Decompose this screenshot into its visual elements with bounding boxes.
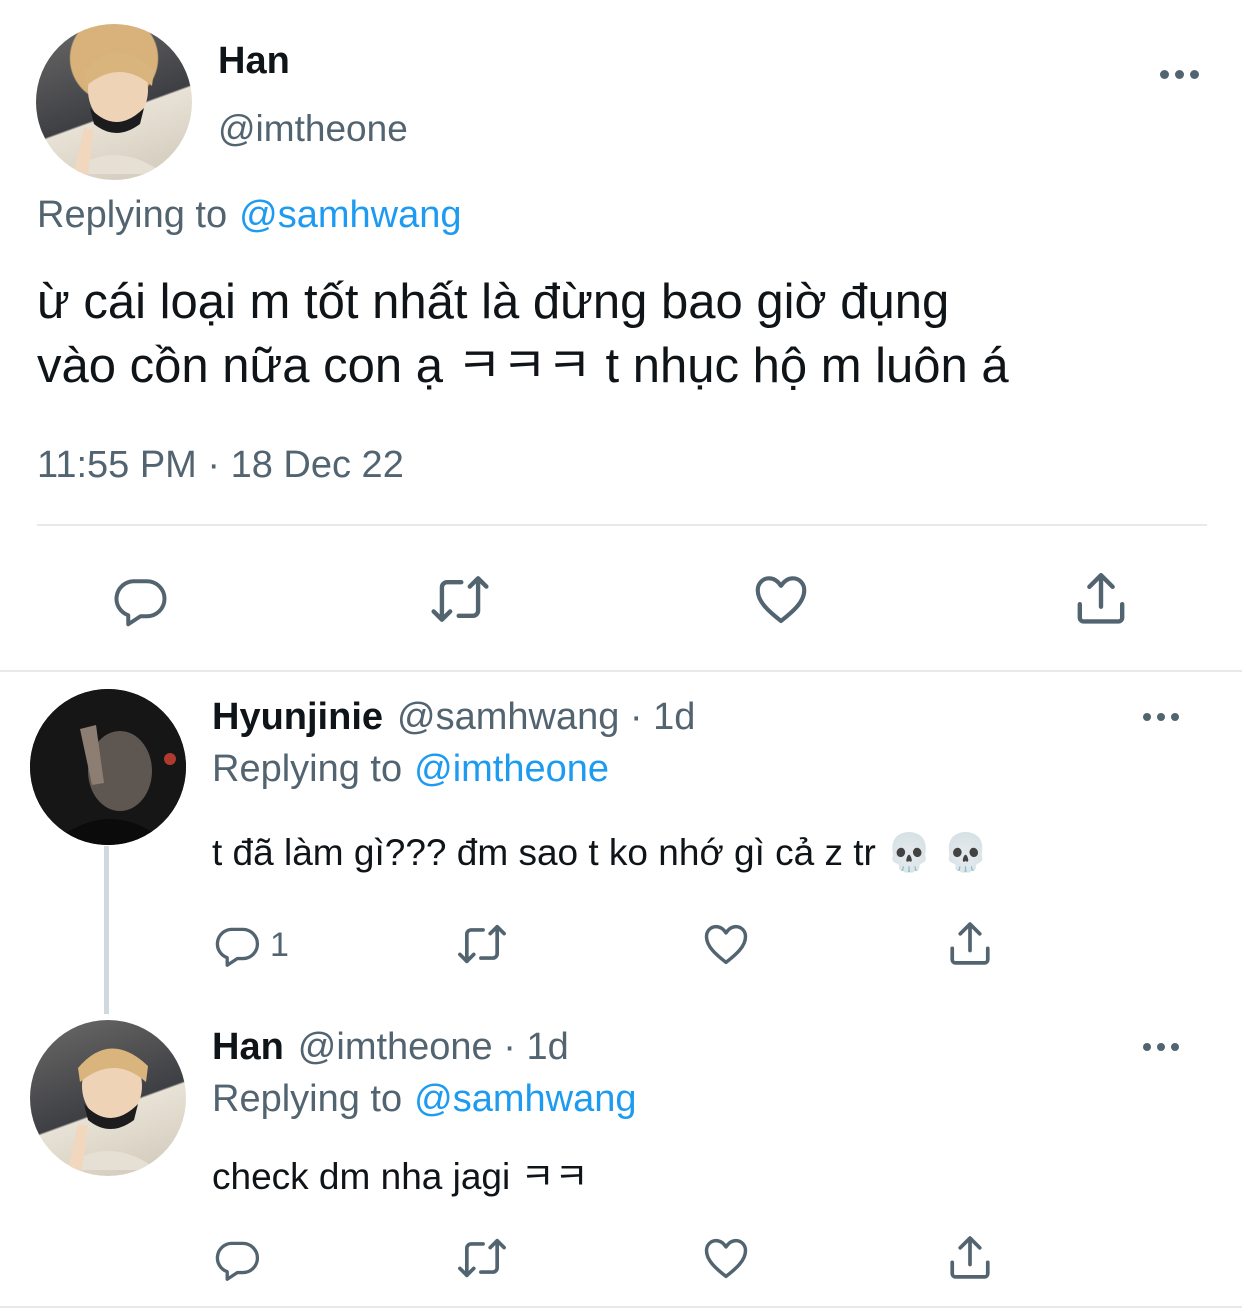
share-icon[interactable]: [944, 1232, 996, 1284]
more-icon[interactable]: [1143, 713, 1179, 721]
divider: [0, 1306, 1242, 1308]
reply-text: check dm nha jagi ㅋㅋ: [212, 1156, 589, 1197]
replying-to-label: Replying to: [212, 748, 403, 790]
replying-to: Replying to @imtheone: [212, 748, 609, 791]
divider: [0, 670, 1242, 672]
reply-text: t đã làm gì??? đm sao t ko nhớ gì cả z t…: [212, 832, 989, 873]
retweet-icon[interactable]: [455, 918, 509, 970]
replying-to: Replying to @samhwang: [212, 1078, 636, 1121]
retweet-icon[interactable]: [455, 1232, 509, 1284]
replying-to-label: Replying to: [212, 1078, 403, 1120]
divider: [37, 524, 1207, 526]
reply-author-handle[interactable]: @samhwang: [397, 696, 619, 739]
reply-avatar[interactable]: [30, 1020, 186, 1176]
reply-icon[interactable]: [212, 1234, 262, 1284]
reply-count: 1: [270, 925, 289, 964]
heart-icon[interactable]: [750, 568, 812, 630]
tweet-timestamp[interactable]: 11:55 PM · 18 Dec 22: [37, 444, 404, 487]
heart-icon[interactable]: [700, 1232, 752, 1284]
replying-to-handle[interactable]: @samhwang: [414, 1078, 636, 1121]
reply-icon: [212, 920, 262, 970]
tweet-text-line: ừ cái loại m tốt nhất là đừng bao giờ đụ…: [37, 275, 950, 329]
replying-to-label: Replying to: [37, 194, 228, 236]
reply-author-name[interactable]: Hyunjinie: [212, 696, 383, 739]
reply-age[interactable]: 1d: [653, 696, 695, 739]
thread-line: [104, 846, 109, 1014]
tweet-text: ừ cái loại m tốt nhất là đừng bao giờ đụ…: [37, 270, 1009, 398]
reply-author-handle[interactable]: @imtheone: [298, 1026, 493, 1069]
replying-to-handle[interactable]: @samhwang: [239, 194, 461, 237]
reply-header: Hyunjinie @samhwang · 1d: [212, 696, 695, 739]
retweet-icon[interactable]: [428, 568, 492, 630]
reply-author-name[interactable]: Han: [212, 1026, 284, 1069]
reply-header: Han @imtheone · 1d: [212, 1026, 569, 1069]
replying-to: Replying to @samhwang: [37, 194, 461, 237]
more-icon[interactable]: [1160, 70, 1199, 79]
share-icon[interactable]: [944, 918, 996, 970]
reply-icon[interactable]: [110, 570, 170, 630]
separator: ·: [619, 696, 654, 738]
heart-icon[interactable]: [700, 918, 752, 970]
reply-avatar[interactable]: [30, 689, 186, 845]
author-avatar[interactable]: [36, 24, 192, 180]
reply-age[interactable]: 1d: [526, 1026, 568, 1069]
author-name[interactable]: Han: [218, 40, 290, 83]
share-icon[interactable]: [1070, 568, 1132, 630]
tweet-text-line: vào cồn nữa con ạ ㅋㅋㅋ t nhục hộ m luôn á: [37, 339, 1009, 393]
replying-to-handle[interactable]: @imtheone: [414, 748, 609, 791]
separator: ·: [492, 1026, 527, 1068]
reply-button[interactable]: 1: [212, 920, 289, 970]
more-icon[interactable]: [1143, 1043, 1179, 1051]
author-handle[interactable]: @imtheone: [218, 108, 408, 150]
